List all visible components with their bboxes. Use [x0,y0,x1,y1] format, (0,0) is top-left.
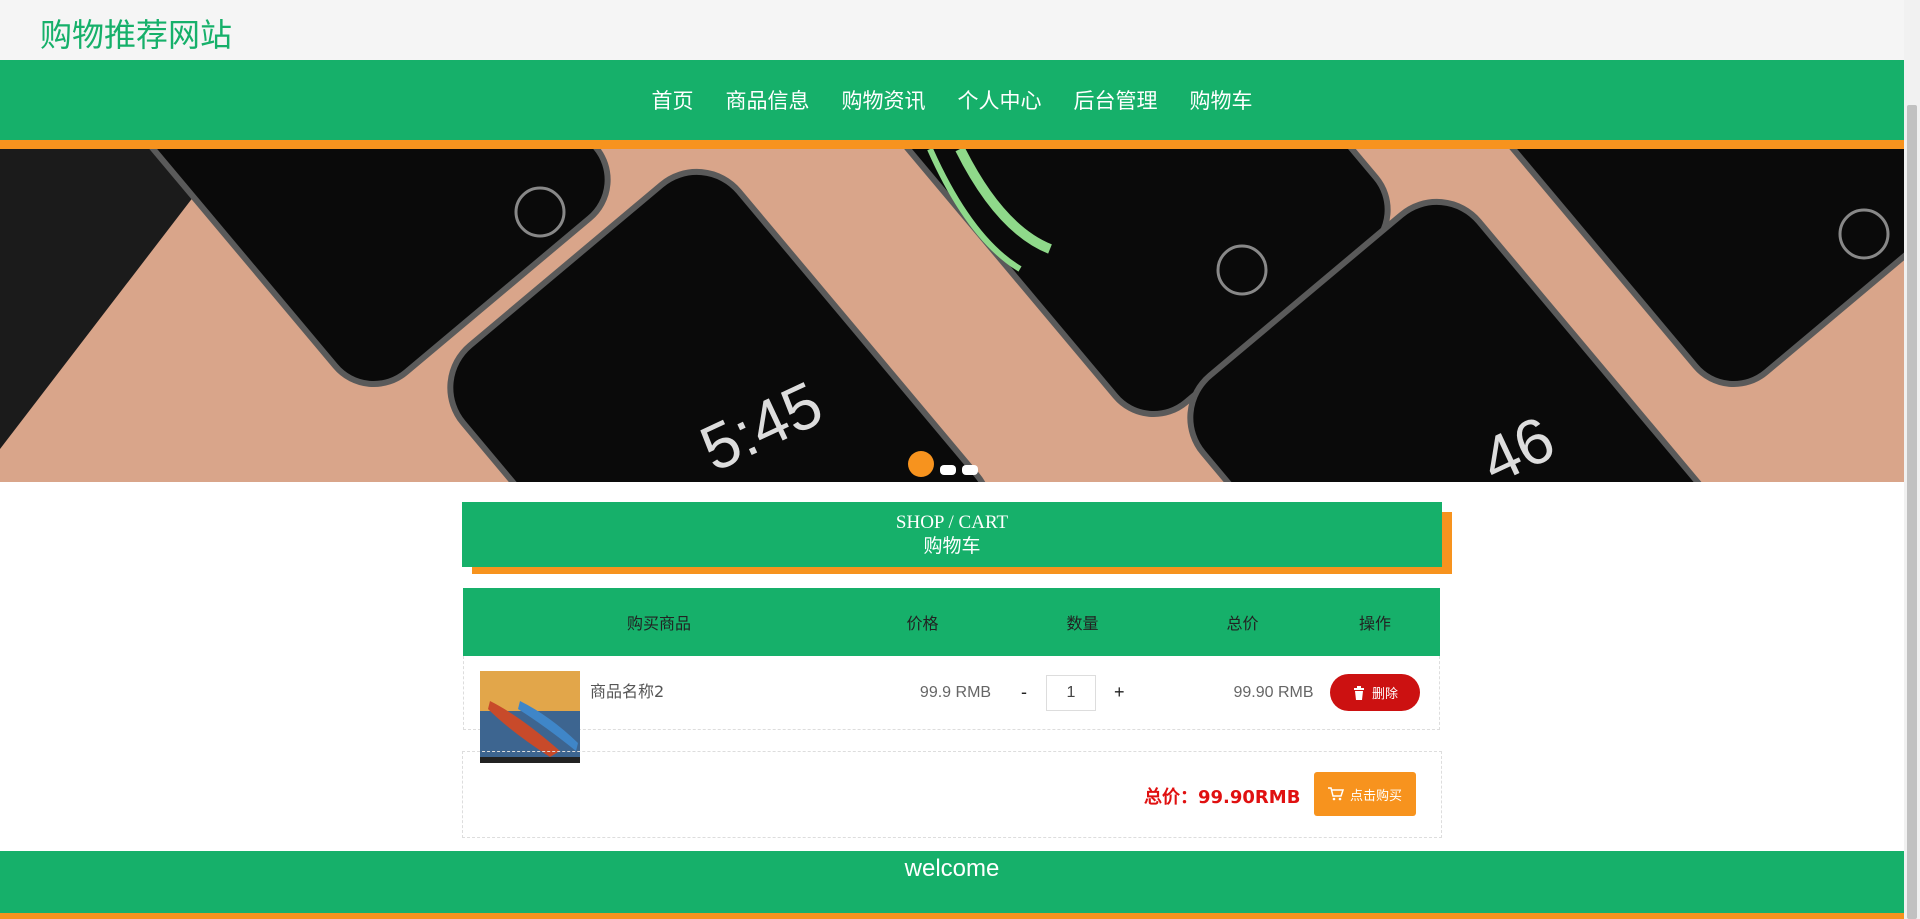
buy-button-label: 点击购买 [1349,788,1402,804]
col-header-product: 购买商品 [626,614,691,633]
trash-icon [1353,685,1364,700]
cart-icon [1327,787,1344,801]
product-name[interactable]: 商品名称2 [590,678,664,702]
nav-item-home[interactable]: 首页 [636,85,710,115]
top-header: 购物推荐网站 [0,0,1904,60]
nav-item-news[interactable]: 购物资讯 [826,85,942,115]
site-title[interactable]: 购物推荐网站 [40,10,232,56]
banner-image: 5:45 46 [0,149,1904,482]
carousel-dot-1[interactable] [908,451,934,477]
main-nav: 首页 商品信息 购物资讯 个人中心 后台管理 购物车 [0,60,1904,140]
footer: welcome [0,851,1904,913]
nav-item-profile[interactable]: 个人中心 [942,85,1058,115]
scrollbar-thumb[interactable] [1907,105,1917,919]
footer-accent-bar [0,913,1904,919]
grand-total: 总价：99.90RMB [1144,787,1301,808]
nav-item-admin[interactable]: 后台管理 [1058,85,1174,115]
section-title-cn: 购物车 [923,535,981,557]
quantity-input[interactable]: 1 [1046,675,1096,711]
col-header-price: 价格 [906,614,939,633]
buy-button[interactable]: 点击购买 [1314,772,1416,816]
col-header-quantity: 数量 [1066,614,1099,633]
nav-item-products[interactable]: 商品信息 [710,85,826,115]
qty-increase-button[interactable]: + [1114,682,1125,703]
carousel-dots [908,449,988,479]
carousel-dot-2[interactable] [940,465,956,475]
section-header: SHOP / CART 购物车 [462,502,1442,567]
qty-decrease-button[interactable]: - [1021,682,1027,703]
section-title-en: SHOP / CART [895,512,1009,533]
product-thumbnail[interactable] [480,671,580,763]
product-price: 99.9 RMB [919,684,992,701]
delete-button[interactable]: 删除 [1330,674,1420,711]
col-header-action: 操作 [1358,614,1391,633]
banner-carousel[interactable]: 5:45 46 [0,149,1904,482]
footer-text: welcome [904,855,1000,882]
delete-button-label: 删除 [1371,687,1398,702]
nav-accent-bar [0,140,1904,149]
table-row: 商品名称2 99.9 RMB - 1 + 99.90 RMB 删除 [463,656,1440,763]
col-header-total: 总价 [1226,614,1259,633]
cart-summary: 总价：99.90RMB 点击购买 [462,751,1442,838]
line-total: 99.90 RMB [1233,684,1314,701]
carousel-dot-3[interactable] [962,465,978,475]
vertical-scrollbar[interactable] [1904,0,1920,919]
cart-table-header: 购买商品 价格 数量 总价 操作 [463,588,1440,656]
nav-item-cart[interactable]: 购物车 [1174,85,1269,115]
